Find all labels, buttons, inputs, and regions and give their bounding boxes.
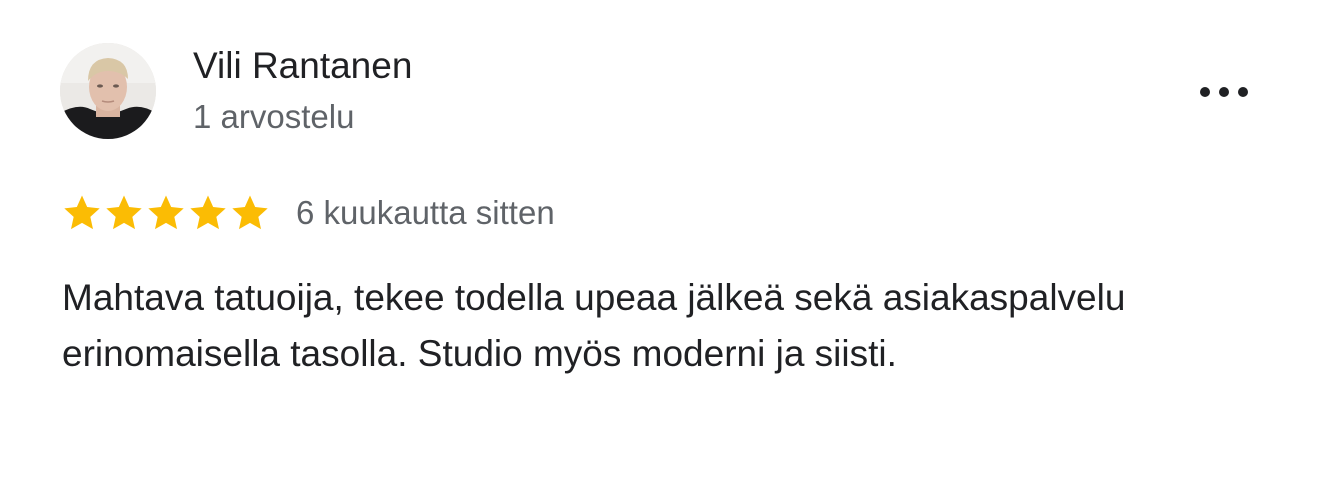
review-text: Mahtava tatuoija, tekee todella upeaa jä… [62, 277, 1126, 374]
rating-row: 6 kuukautta sitten [62, 190, 555, 236]
author-name[interactable]: Vili Rantanen [193, 45, 412, 87]
star-filled-icon [232, 195, 268, 230]
avatar-photo [60, 43, 156, 139]
author-avatar[interactable] [60, 43, 156, 139]
star-filled-icon [190, 195, 226, 230]
more-options-button[interactable] [1192, 72, 1256, 112]
more-horizontal-icon [1200, 87, 1248, 97]
star-filled-icon [148, 195, 184, 230]
review-date: 6 kuukautta sitten [296, 194, 555, 231]
star-filled-icon [106, 195, 142, 230]
author-review-count: 1 arvostelu [193, 98, 355, 135]
star-filled-icon [64, 195, 100, 230]
star-rating [62, 193, 270, 233]
